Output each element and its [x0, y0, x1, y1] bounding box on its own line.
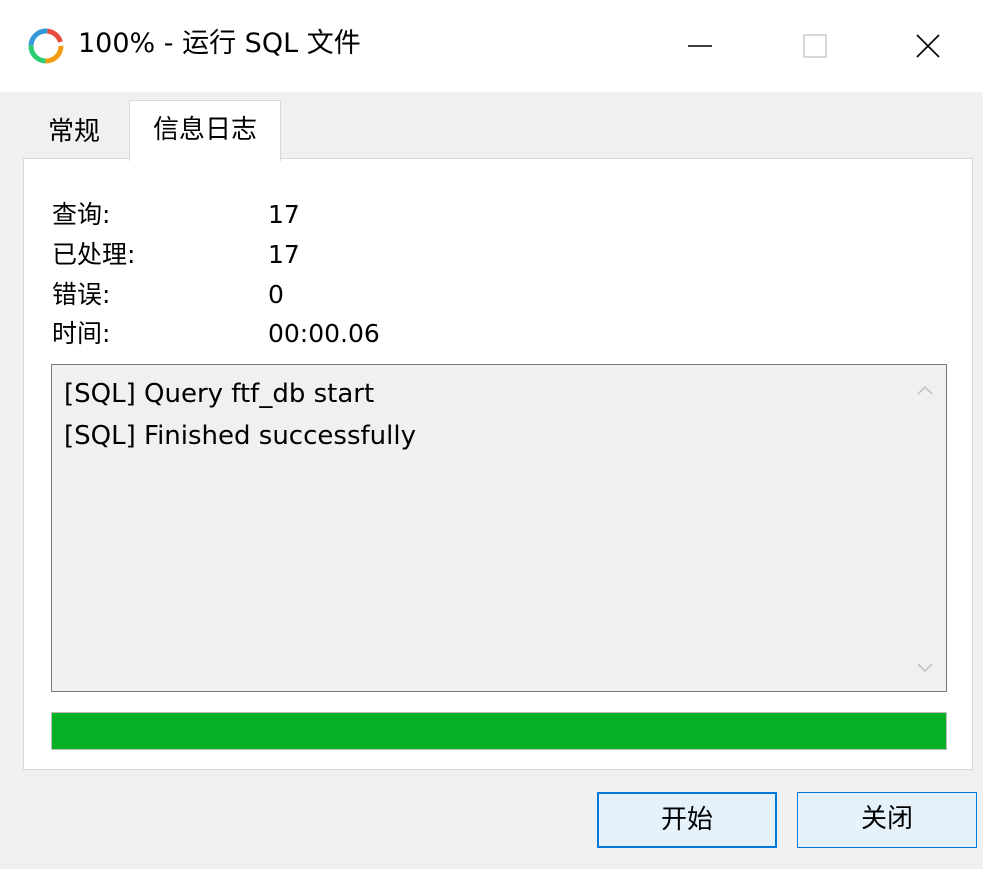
time-label: 时间: [52, 319, 111, 348]
processed-value: 17 [268, 240, 300, 269]
scroll-up-button[interactable] [912, 377, 938, 403]
title-bar[interactable]: 100% - 运行 SQL 文件 [0, 0, 983, 92]
window-title: 100% - 运行 SQL 文件 [78, 28, 361, 59]
navicat-app-icon [28, 28, 64, 64]
errors-value: 0 [268, 280, 284, 309]
vertical-scrollbar[interactable] [904, 365, 946, 691]
queries-value: 17 [268, 200, 300, 229]
progress-bar-fill [52, 713, 946, 749]
close-icon [916, 34, 940, 58]
maximize-button[interactable] [760, 0, 870, 92]
tab-info-log[interactable]: 信息日志 [129, 100, 281, 161]
progress-bar [51, 712, 947, 750]
chevron-up-icon [917, 385, 933, 395]
errors-label: 错误: [52, 280, 111, 309]
log-lines: [SQL] Query ftf_db start [SQL] Finished … [64, 373, 416, 457]
log-textarea[interactable]: [SQL] Query ftf_db start [SQL] Finished … [51, 364, 947, 692]
close-button[interactable]: 关闭 [797, 792, 977, 848]
close-window-button[interactable] [873, 0, 983, 92]
time-value: 00:00.06 [268, 319, 380, 348]
queries-label: 查询: [52, 200, 111, 229]
minimize-icon [688, 45, 712, 47]
log-line: [SQL] Query ftf_db start [64, 379, 375, 409]
maximize-icon [803, 34, 827, 58]
processed-label: 已处理: [52, 240, 136, 269]
chevron-down-icon [917, 663, 933, 673]
log-line: [SQL] Finished successfully [64, 421, 416, 451]
minimize-button[interactable] [645, 0, 755, 92]
scroll-down-button[interactable] [912, 655, 938, 681]
tab-general[interactable]: 常规 [23, 104, 125, 158]
start-button[interactable]: 开始 [597, 792, 777, 848]
run-sql-file-dialog: 100% - 运行 SQL 文件 常规 信息日志 查询: 17 已处理: 17 … [0, 0, 983, 869]
info-log-panel: 查询: 17 已处理: 17 错误: 0 时间: 00:00.06 [SQL] … [23, 158, 973, 770]
